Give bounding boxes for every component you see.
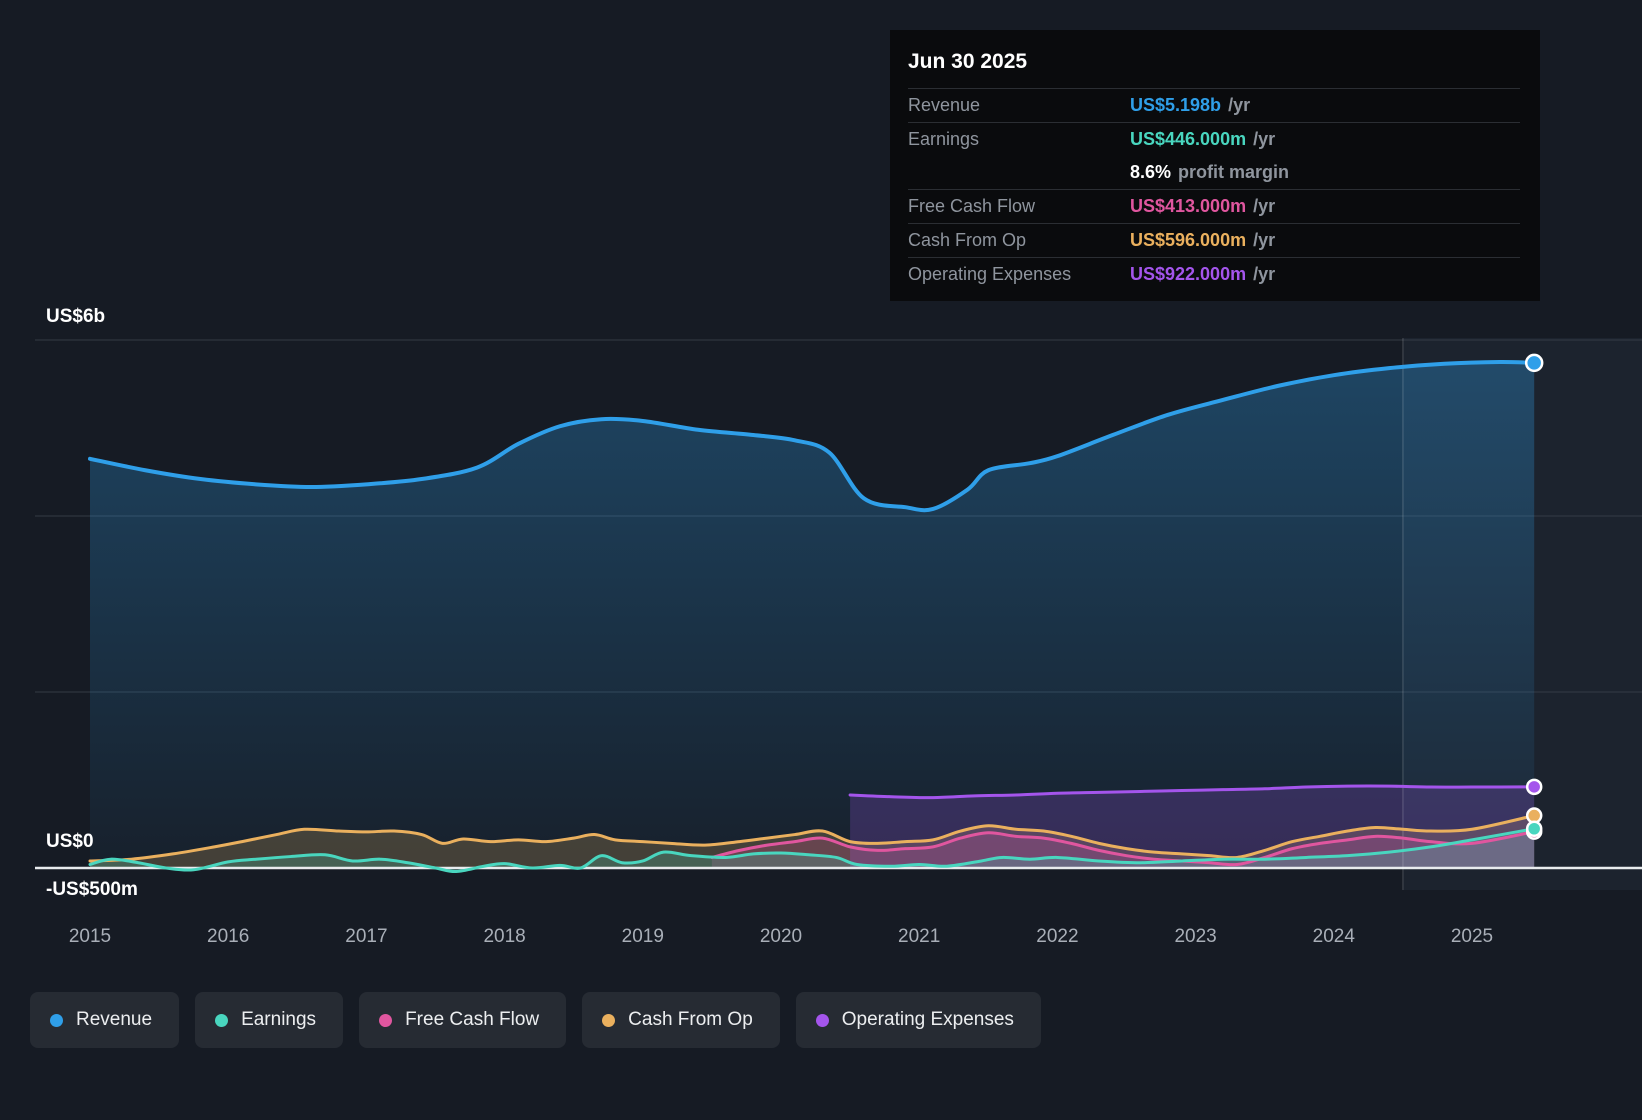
data-tooltip: Jun 30 2025 Revenue US$5.198b/yr Earnings U… xyxy=(890,30,1540,301)
legend-dot-operating-expenses xyxy=(815,1013,829,1027)
tooltip-row-label: Cash From Op xyxy=(908,230,1027,250)
legend-label: Free Cash Flow xyxy=(405,1009,540,1030)
x-axis-tick-2015: 2015 xyxy=(68,926,112,947)
tooltip-row-profit-margin: 8.6% profit margin xyxy=(908,156,1520,189)
x-axis-tick-2018: 2018 xyxy=(483,926,526,947)
tooltip-value-suffix: /yr xyxy=(1228,95,1251,115)
legend-item-revenue[interactable]: Revenue xyxy=(30,992,180,1048)
endpoint-marker-earnings xyxy=(1525,820,1543,838)
tooltip-row-label: Earnings xyxy=(908,129,980,149)
legend-dot-cash-from-op xyxy=(602,1013,616,1027)
legend-dot-revenue xyxy=(50,1013,63,1027)
x-axis-tick-2022: 2022 xyxy=(1036,926,1079,947)
legend-label: Revenue xyxy=(76,1009,153,1030)
tooltip-value-suffix: profit margin xyxy=(1178,162,1290,182)
tooltip-row-value: US$596.000m/yr xyxy=(1130,230,1520,251)
tooltip-value-suffix: /yr xyxy=(1253,129,1276,149)
chart-canvas[interactable] xyxy=(0,300,1642,960)
legend-label: Operating Expenses xyxy=(841,1009,1014,1030)
tooltip-row-revenue: Revenue US$5.198b/yr xyxy=(908,88,1520,122)
tooltip-row-label: Operating Expenses xyxy=(908,264,1072,284)
tooltip-value-suffix: /yr xyxy=(1253,230,1276,250)
x-axis-tick-2025: 2025 xyxy=(1450,926,1494,947)
tooltip-row-value: US$922.000m/yr xyxy=(1130,264,1520,285)
tooltip-row-free-cash-flow: Free Cash Flow US$413.000m/yr xyxy=(908,189,1520,223)
page: { "tooltip": { "date": "Jun 30 2025", "r… xyxy=(0,0,1642,1120)
y-axis-label-zero: US$0 xyxy=(46,831,94,852)
x-axis-tick-2019: 2019 xyxy=(621,926,664,947)
legend-dot-earnings xyxy=(215,1013,229,1027)
x-axis-tick-2024: 2024 xyxy=(1312,926,1355,947)
tooltip-value-text: US$413.000m xyxy=(1130,196,1247,216)
tooltip-date: Jun 30 2025 xyxy=(908,50,1028,73)
legend-item-cash-from-op[interactable]: Cash From Op xyxy=(582,992,780,1048)
y-axis-label-top: US$6b xyxy=(46,306,106,327)
tooltip-row-label: Revenue xyxy=(908,95,981,115)
x-axis-tick-2017: 2017 xyxy=(345,926,388,947)
x-axis-tick-2016: 2016 xyxy=(207,926,250,947)
x-axis-tick-2023: 2023 xyxy=(1174,926,1217,947)
tooltip-rows: Revenue US$5.198b/yr Earnings US$446.000m/y… xyxy=(908,88,1520,291)
legend-dot-free-cash-flow xyxy=(379,1013,393,1027)
endpoint-marker-revenue xyxy=(1524,353,1544,373)
x-axis: 2015 2016 2017 2018 2019 2020 2021 2022 2023 2024… xyxy=(0,926,1642,956)
endpoint-marker-operating-expenses xyxy=(1525,778,1543,796)
tooltip-row-value: US$5.198b/yr xyxy=(1130,95,1520,116)
y-axis-label-negative: -US$500m xyxy=(46,879,138,900)
x-axis-tick-2021: 2021 xyxy=(898,926,941,947)
tooltip-row-earnings: Earnings US$446.000m/yr xyxy=(908,122,1520,156)
tooltip-row-value: US$413.000m/yr xyxy=(1130,196,1520,217)
tooltip-row-value: 8.6% profit margin xyxy=(1130,162,1520,183)
legend-label: Cash From Op xyxy=(628,1009,753,1030)
legend: Revenue Earnings Free Cash Flow Cash From O… xyxy=(30,992,1041,1048)
tooltip-value-text: US$596.000m xyxy=(1130,230,1247,250)
tooltip-value-suffix: /yr xyxy=(1253,196,1276,216)
legend-label: Earnings xyxy=(241,1009,317,1030)
legend-item-earnings[interactable]: Earnings xyxy=(195,992,344,1048)
tooltip-row-operating-expenses: Operating Expenses US$922.000m/yr xyxy=(908,257,1520,291)
tooltip-value-text: 8.6% xyxy=(1130,162,1172,182)
tooltip-row-cash-from-op: Cash From Op US$596.000m/yr xyxy=(908,223,1520,257)
tooltip-value-suffix: /yr xyxy=(1253,264,1276,284)
tooltip-value-text: US$5.198b xyxy=(1130,95,1222,115)
tooltip-row-value: US$446.000m/yr xyxy=(1130,129,1520,150)
legend-item-operating-expenses[interactable]: Operating Expenses xyxy=(795,992,1041,1048)
legend-item-free-cash-flow[interactable]: Free Cash Flow xyxy=(359,992,567,1048)
tooltip-value-text: US$922.000m xyxy=(1130,264,1247,284)
endpoint-marker-cash-from-op xyxy=(1525,807,1543,824)
tooltip-value-text: US$446.000m xyxy=(1130,129,1247,149)
x-axis-tick-2020: 2020 xyxy=(759,926,803,947)
tooltip-row-label: Free Cash Flow xyxy=(908,196,1036,216)
